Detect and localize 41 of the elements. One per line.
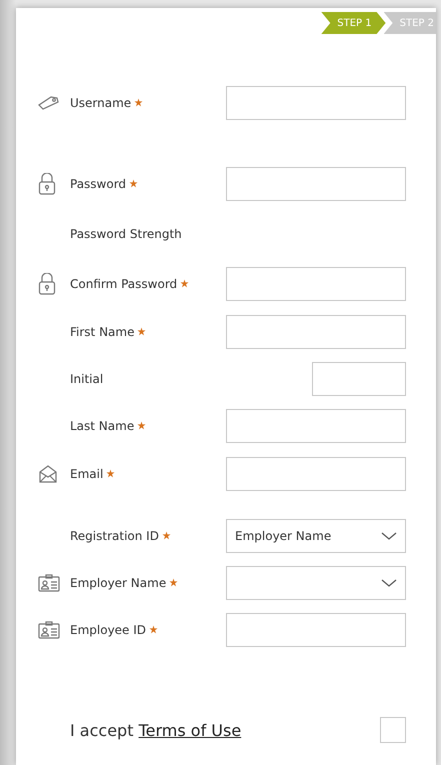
text-field[interactable] [226, 167, 406, 201]
lock-icon [38, 273, 56, 295]
id-card-icon [38, 621, 60, 639]
terms-link[interactable]: Terms of Use [138, 720, 242, 740]
text-field[interactable] [226, 457, 406, 491]
terms-checkbox[interactable] [380, 717, 406, 743]
field-label: Username [70, 96, 132, 110]
chevron-down-icon [381, 579, 397, 587]
text-field[interactable] [312, 362, 406, 396]
id-card-icon [38, 574, 60, 592]
text-field[interactable] [226, 409, 406, 443]
required-icon [134, 98, 144, 106]
field-label: Confirm Password [70, 277, 178, 291]
field-label: Password [70, 177, 126, 191]
field-label: Registration ID [70, 529, 159, 543]
text-field[interactable] [226, 86, 406, 120]
field-label: Initial [70, 372, 104, 386]
text-field[interactable] [226, 315, 406, 349]
field-label: Last Name [70, 419, 134, 433]
required-icon [162, 530, 171, 540]
text-field[interactable] [226, 613, 406, 647]
required-icon [137, 326, 146, 336]
required-icon [106, 468, 116, 478]
required-icon [180, 278, 190, 288]
field-label: Employer Name [70, 576, 166, 590]
required-icon [149, 624, 158, 634]
tag-icon [38, 96, 60, 110]
required-icon [169, 578, 178, 586]
field-label: Password Strength [70, 227, 182, 241]
dropdown-field[interactable]: Employer Name [226, 519, 406, 553]
terms-text: I accept Terms of Use [70, 720, 242, 740]
chevron-down-icon [381, 532, 397, 540]
lock-icon [38, 173, 56, 195]
field-label: First Name [70, 325, 134, 339]
required-icon [129, 178, 138, 188]
field-label: Employee ID [70, 623, 146, 637]
required-icon [137, 420, 146, 430]
envelope-icon [38, 464, 58, 484]
field-label: Email [70, 467, 104, 481]
dropdown-field[interactable] [226, 566, 406, 600]
text-field[interactable] [226, 267, 406, 301]
